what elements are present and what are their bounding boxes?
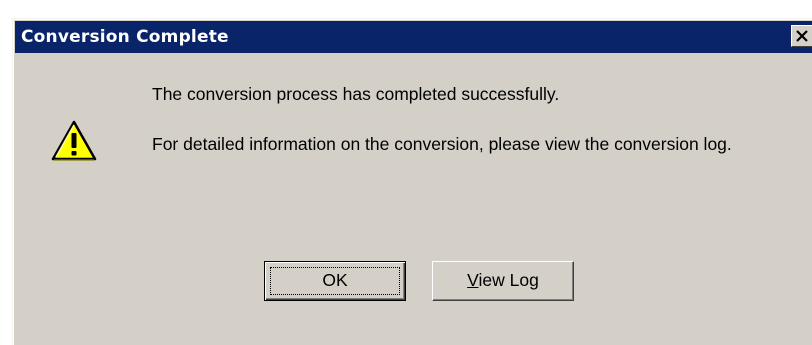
view-log-mnemonic: V xyxy=(467,270,479,290)
window-title: Conversion Complete xyxy=(21,27,229,47)
ok-button-label: OK xyxy=(322,270,348,290)
detail-message: For detailed information on the conversi… xyxy=(152,134,732,154)
view-log-label: View Log xyxy=(467,270,539,290)
view-log-button[interactable]: View Log xyxy=(432,261,574,301)
close-button[interactable] xyxy=(791,25,812,47)
ok-button[interactable]: OK xyxy=(264,261,406,301)
title-bar[interactable]: Conversion Complete xyxy=(15,21,812,53)
close-icon xyxy=(796,30,808,42)
conversion-complete-dialog: Conversion Complete The conversion proce… xyxy=(12,18,812,345)
warning-icon xyxy=(51,120,97,161)
view-log-label-rest: iew Log xyxy=(478,270,539,290)
success-message: The conversion process has completed suc… xyxy=(152,84,560,104)
